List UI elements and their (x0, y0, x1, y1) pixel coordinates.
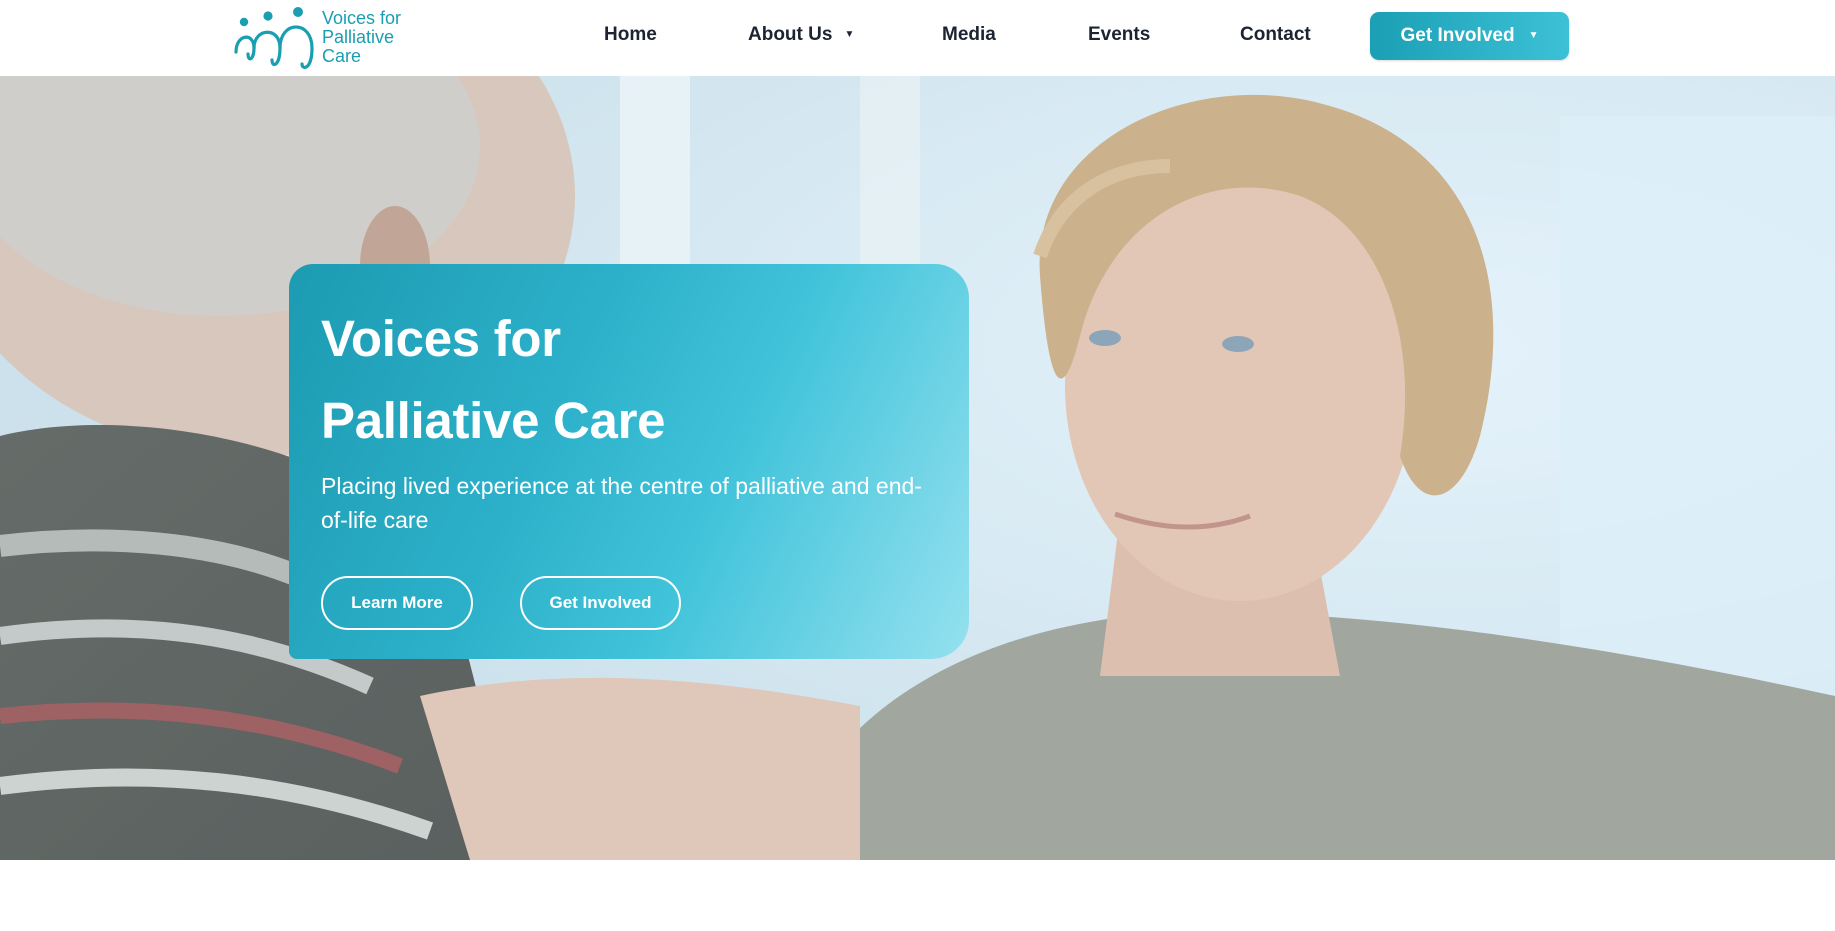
logo-text-line3: Care (322, 45, 362, 66)
logo-text: Voices for Palliative Care (322, 7, 402, 66)
get-involved-nav-button[interactable]: Get Involved ▼ (1370, 12, 1569, 60)
hero-title: Voices for Palliative Care (321, 298, 921, 462)
hero-card: Voices for Palliative Care Placing lived… (289, 264, 969, 659)
learn-more-button[interactable]: Learn More (321, 576, 473, 630)
caret-down-icon: ▼ (1528, 30, 1539, 41)
get-involved-button[interactable]: Get Involved (520, 576, 681, 630)
logo-text-line2: Palliative (322, 26, 395, 47)
site-logo[interactable]: Voices for Palliative Care (232, 4, 432, 70)
hero-section: Voices for Palliative Care Placing lived… (0, 76, 1835, 860)
nav-contact[interactable]: Contact (1240, 24, 1311, 46)
get-involved-nav-label: Get Involved (1400, 25, 1515, 46)
nav-events[interactable]: Events (1088, 24, 1150, 46)
logo-text-line1: Voices for (322, 7, 402, 28)
hero-title-line2: Palliative Care (321, 392, 666, 449)
caret-down-icon: ▼ (844, 29, 855, 40)
hero-title-line1: Voices for (321, 310, 561, 367)
nav-about-us[interactable]: About Us ▼ (748, 24, 854, 46)
nav-home[interactable]: Home (604, 24, 657, 46)
three-figures-logo-icon (234, 7, 314, 69)
nav-media[interactable]: Media (942, 24, 996, 46)
site-header: Voices for Palliative Care Home About Us… (0, 0, 1835, 76)
nav-about-us-label: About Us (748, 24, 833, 45)
hero-subtitle: Placing lived experience at the centre o… (321, 473, 922, 533)
